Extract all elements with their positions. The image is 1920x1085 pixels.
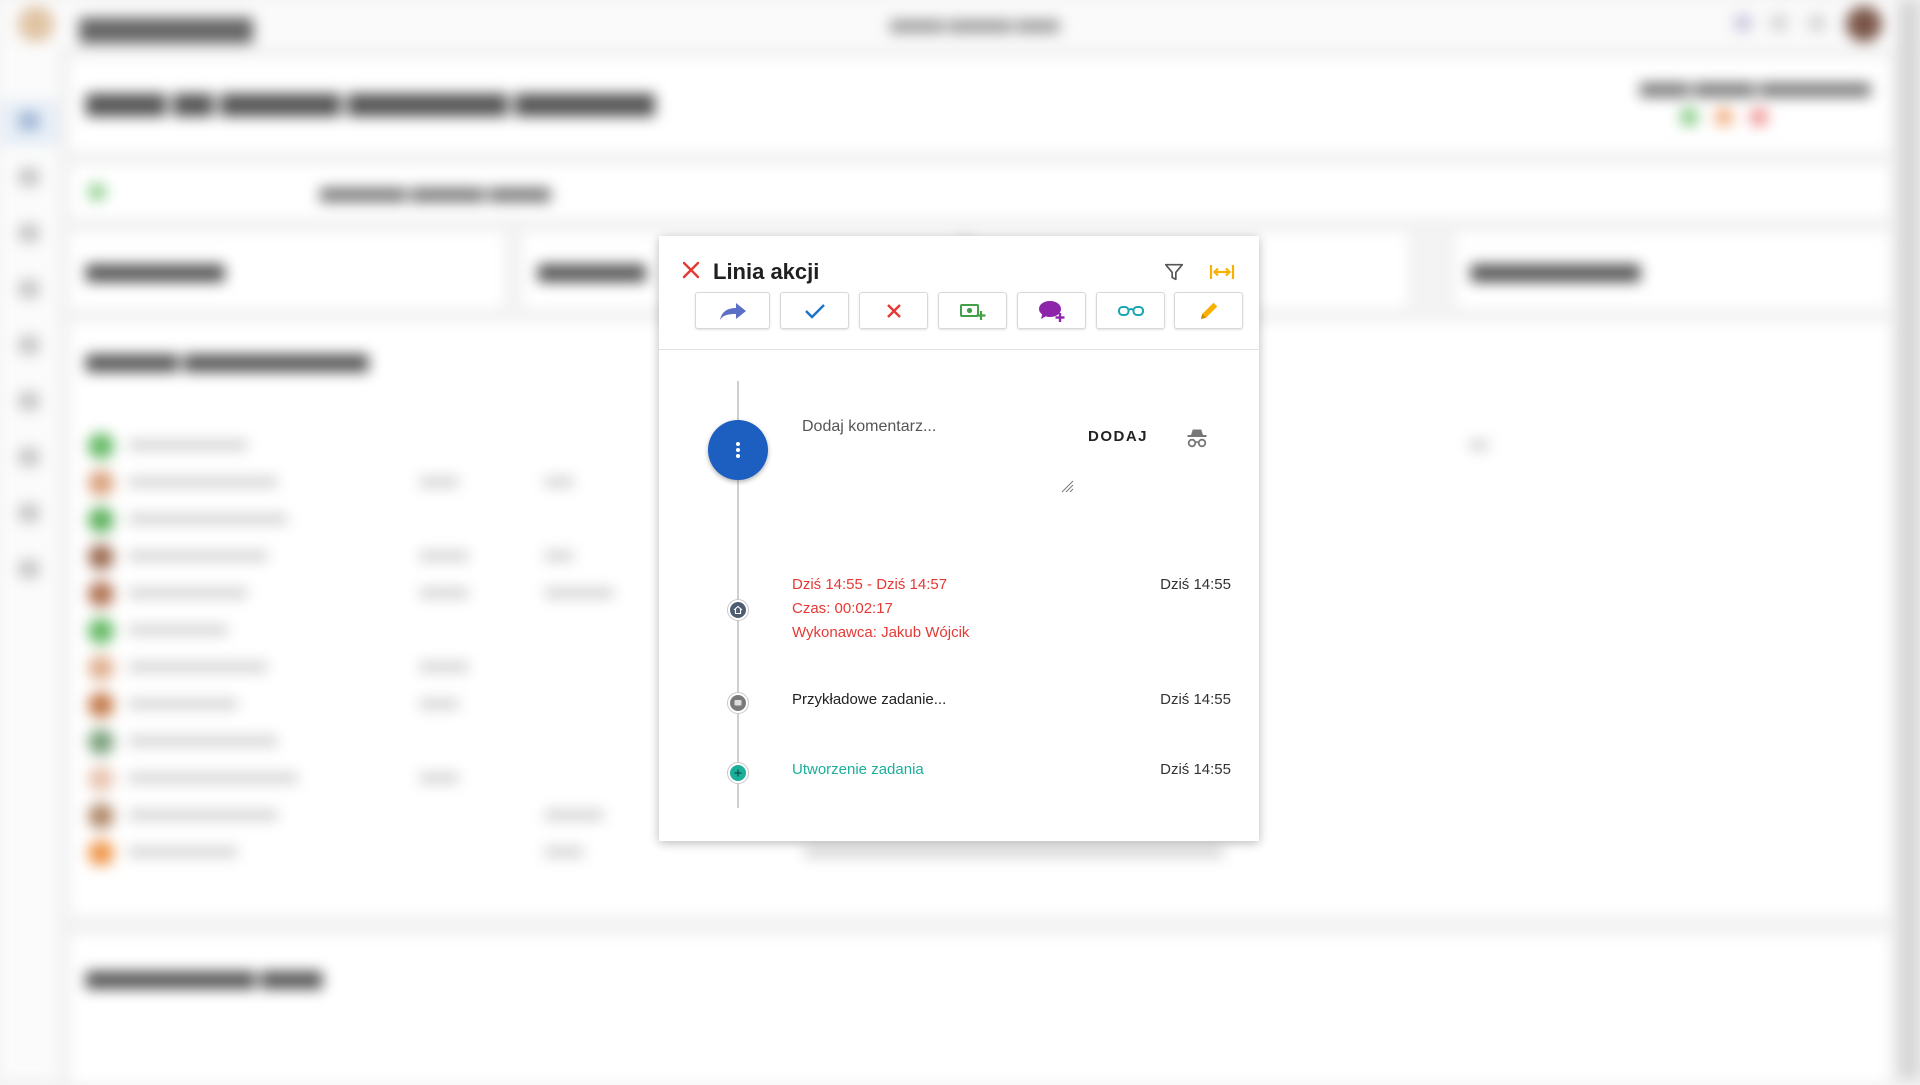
welcome-blurred: ▆▆▆▆ ▆▆ ▆▆▆▆▆▆ ▆▆▆▆▆▆▆▆ ▆▆▆▆▆▆▆ (86, 86, 655, 116)
event-timestamp: Dziś 14:55 (1160, 761, 1231, 778)
notification-icon (1734, 14, 1752, 32)
sidebar-icon (19, 280, 39, 298)
timeline-node (728, 763, 748, 783)
status-blurred: ▆▆▆▆ ▆▆▆▆▆ ▆▆▆▆▆▆▆▆▆ (1640, 80, 1871, 97)
home-icon (733, 605, 743, 615)
add-comment-submit[interactable]: DODAJ (1088, 428, 1148, 445)
action-toolbar (695, 292, 1243, 330)
glasses-icon (1117, 305, 1144, 316)
forward-button[interactable] (695, 292, 770, 329)
sidebar-icon (19, 112, 39, 130)
event-timestamp: Dziś 14:55 (1160, 691, 1231, 708)
more-actions-button[interactable] (708, 420, 768, 480)
sidebar-icon (19, 168, 39, 186)
header-divider (659, 349, 1259, 350)
comment-input[interactable] (802, 418, 1077, 496)
filter-dot (88, 183, 106, 201)
bg-bottom-title: ▆▆▆▆▆▆▆▆▆▆▆ ▆▆▆▆ (86, 967, 323, 989)
bg-panel-title: ▆▆▆▆▆▆▆▆▆ (86, 260, 225, 282)
event-performer: Wykonawca: Jakub Wójcik (792, 624, 970, 641)
event-timestamp: Dziś 14:55 (1160, 576, 1231, 593)
expand-width-icon[interactable] (1209, 263, 1235, 281)
sidebar-icon (19, 392, 39, 410)
resize-handle-icon[interactable] (1060, 479, 1074, 493)
status-dot (1750, 108, 1768, 126)
close-icon[interactable] (681, 260, 701, 280)
edit-button[interactable] (1174, 292, 1243, 329)
watch-button[interactable] (1096, 292, 1165, 329)
comment-add-icon (1038, 300, 1064, 322)
filter-blurred: ▆▆▆▆▆▆▆ ▆▆▆▆▆▆ ▆▆▆▆▆ (320, 185, 551, 202)
complete-button[interactable] (780, 292, 849, 329)
sidebar-icon (19, 224, 39, 242)
bg-panel-title: ▆▆▆▆▆▆▆▆▆▆▆ (1471, 260, 1641, 282)
welcome-card: ▆▆▆▆ ▆▆ ▆▆▆▆▆▆ ▆▆▆▆▆▆▆▆ ▆▆▆▆▆▆▆ ▆▆▆▆ ▆▆▆… (70, 58, 1890, 153)
settings-icon (1808, 14, 1826, 32)
app-logo (18, 6, 54, 42)
filter-bar: ▆▆▆▆▆▆▆ ▆▆▆▆▆▆ ▆▆▆▆▆ (70, 165, 1890, 219)
forward-icon (719, 302, 746, 320)
sidebar-icon (19, 448, 39, 466)
event-comment: Przykładowe zadanie... (792, 691, 947, 708)
incognito-icon[interactable] (1185, 426, 1209, 450)
check-icon (804, 303, 825, 319)
action-timeline-dialog: Linia akcji Dodaj komentarz... DODAJ Dzi… (659, 236, 1259, 841)
sidebar (0, 48, 59, 1079)
app-name-blurred: ▆▆▆▆▆▆▆▆ (80, 11, 253, 42)
bg-panel: ▆▆▆▆▆▆▆▆▆ (70, 232, 505, 310)
bg-panel: ▆▆▆▆▆▆▆▆▆▆▆ (1455, 232, 1890, 310)
timeline-node (728, 693, 748, 713)
top-date-blurred: ▆▆▆▆▆ ▆▆▆▆▆▆ ▆▆▆▆ (890, 16, 1060, 32)
filter-icon[interactable] (1163, 261, 1185, 283)
pencil-icon (1200, 302, 1217, 319)
user-avatar (1846, 6, 1882, 42)
status-dot (1680, 108, 1698, 126)
event-time-range: Dziś 14:55 - Dziś 14:57 (792, 576, 948, 593)
more-vert-icon (736, 442, 740, 458)
help-icon (1770, 14, 1788, 32)
cross-icon (886, 303, 901, 318)
add-cost-button[interactable] (938, 292, 1007, 329)
bg-panel-title: ▆▆▆▆▆▆▆ (538, 260, 646, 282)
reject-button[interactable] (859, 292, 928, 329)
money-add-icon (959, 303, 985, 320)
comment-icon (734, 700, 742, 706)
event-duration: Czas: 00:02:17 (792, 600, 893, 617)
app-topbar: ▆▆▆▆▆▆▆▆ ▆▆▆▆▆ ▆▆▆▆▆▆ ▆▆▆▆ (0, 0, 1920, 49)
timeline-node (728, 600, 748, 620)
bg-table-title: ▆▆▆▆▆▆ ▆▆▆▆▆▆▆▆▆▆▆▆ (86, 350, 369, 372)
sidebar-icon (19, 336, 39, 354)
sidebar-icon (19, 560, 39, 578)
event-created: Utworzenie zadania (792, 761, 924, 778)
plus-icon (734, 769, 742, 777)
bg-bottom-card: ▆▆▆▆▆▆▆▆▆▆▆ ▆▆▆▆ (70, 935, 1890, 1085)
status-dot (1715, 108, 1733, 126)
dialog-title: Linia akcji (713, 259, 820, 284)
add-comment-button[interactable] (1017, 292, 1086, 329)
sidebar-icon (19, 504, 39, 522)
page-scrollbar[interactable] (1898, 0, 1920, 1079)
